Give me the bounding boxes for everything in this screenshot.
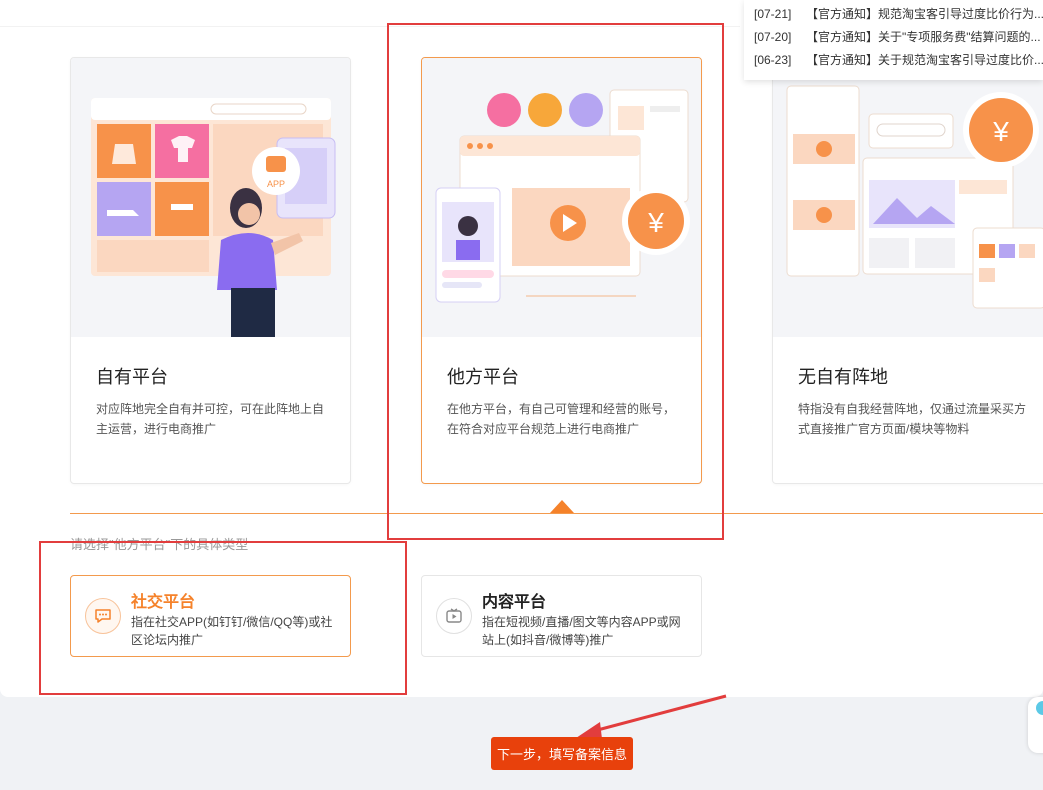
news-item[interactable]: [07-20] 【官方通知】关于"专项服务费"结算问题的... (754, 28, 1041, 45)
news-item[interactable]: [07-21] 【官方通知】规范淘宝客引导过度比价行为... (754, 5, 1043, 22)
card-description: 对应阵地完全自有并可控，可在此阵地上自主运营，进行电商推广 (96, 402, 325, 436)
option-description: 指在短视频/直播/图文等内容APP或网站上(如抖音/微博等)推广 (482, 615, 681, 647)
next-step-button[interactable]: 下一步，填写备案信息 (491, 737, 633, 770)
platform-card-own[interactable]: APP 自有平台 对应阵地完全自有并可控，可在此阵地上自主运营，进行电商推广 (70, 57, 351, 484)
option-title: 内容平台 (482, 594, 547, 611)
annotation-box-third-party (387, 23, 724, 540)
yuan-symbol: ¥ (992, 116, 1009, 147)
card-description: 特指没有自我经营阵地，仅通过流量采买方式直接推广官方页面/模块等物料 (798, 402, 1027, 436)
no-own-platform-illustration: ¥ (773, 58, 1043, 337)
floating-help-widget[interactable] (1028, 697, 1043, 753)
own-platform-illustration: APP (71, 58, 350, 337)
option-content-platform[interactable]: 内容平台 指在短视频/直播/图文等内容APP或网站上(如抖音/微博等)推广 (421, 575, 702, 657)
video-play-icon (436, 598, 472, 634)
annotation-box-social (39, 541, 407, 695)
app-label: APP (267, 179, 285, 189)
news-panel: [07-21] 【官方通知】规范淘宝客引导过度比价行为... [07-20] 【官方… (744, 0, 1043, 80)
card-title: 无自有阵地 (798, 367, 888, 387)
help-icon (1036, 701, 1043, 715)
card-title: 自有平台 (96, 367, 168, 387)
news-item[interactable]: [06-23] 【官方通知】关于规范淘宝客引导过度比价... (754, 51, 1043, 68)
platform-card-no-own[interactable]: ¥ 无自有阵地 特指没有自我经营阵地，仅通过流量采买方式直接推广官方页面/模块等… (772, 57, 1043, 484)
